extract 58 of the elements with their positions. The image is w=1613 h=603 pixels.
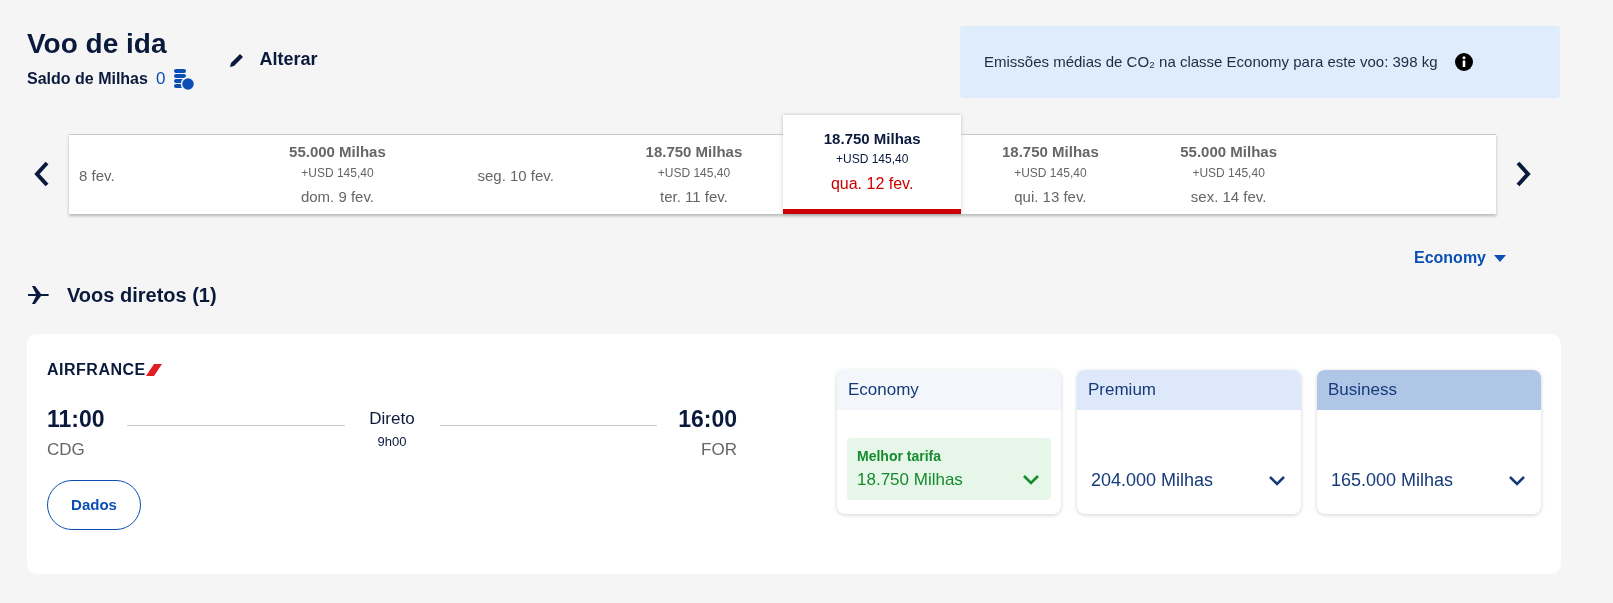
emissions-text: Emissões médias de CO₂ na classe Economy para este voo: 398 kg	[984, 51, 1438, 72]
miles-price: 18.750 Milhas	[1002, 142, 1099, 162]
usd-price: +USD 145,40	[835, 151, 909, 169]
section-title: Voos diretos (1)	[67, 283, 217, 308]
fare-card[interactable]: Premium 204.000 Milhas	[1077, 370, 1301, 514]
coins-icon	[173, 66, 196, 91]
date-tab[interactable]: 8 fev.	[69, 134, 249, 214]
balance-label: Saldo de Milhas	[27, 68, 148, 89]
cabin-name: Premium	[1088, 379, 1156, 402]
balance-value: 0	[155, 68, 166, 90]
departure-time: 11:00	[47, 405, 106, 434]
arrival-time: 16:00	[678, 405, 737, 434]
caret-icon	[1494, 254, 1506, 262]
date-tab[interactable]: seg. 10 fev.	[426, 134, 605, 214]
fare-card[interactable]: Economy Melhor tarifa 18.750 Milhas	[837, 370, 1061, 514]
airplane-icon	[27, 285, 51, 305]
usd-price: +USD 145,40	[657, 164, 731, 182]
stops-label: Direto	[369, 408, 415, 430]
fare-price: 204.000 Milhas	[1091, 469, 1214, 492]
date-tab[interactable]: 55.000 Milhas +USD 145,40 dom. 9 fev.	[248, 134, 427, 214]
date-label: qua. 12 fev.	[830, 174, 914, 195]
departure-airport: CDG	[47, 438, 86, 461]
details-button[interactable]: Dados	[47, 480, 141, 530]
cabin-name: Business	[1328, 379, 1397, 402]
info-icon[interactable]	[1453, 52, 1474, 72]
date-label: dom. 9 fev.	[300, 186, 374, 207]
chevron-right-icon	[1515, 160, 1531, 188]
logo-stripe-icon	[145, 364, 162, 376]
cabin-name: Economy	[848, 379, 919, 402]
date-tab[interactable]: 18.750 Milhas +USD 145,40 qua. 12 fev.	[783, 115, 962, 214]
date-label: seg. 10 fev.	[477, 166, 554, 187]
usd-price: +USD 145,40	[1192, 164, 1265, 182]
date-tab[interactable]: 55.000 Milhas +USD 145,40 sex. 14 fev.	[1139, 134, 1318, 214]
date-label: 8 fev.	[79, 166, 115, 187]
fare-price: 18.750 Milhas	[857, 468, 963, 491]
page-title: Voo de ida	[27, 27, 168, 61]
date-label: qui. 13 fev.	[1014, 186, 1087, 207]
miles-price: 55.000 Milhas	[289, 142, 386, 162]
fare-price: 165.000 Milhas	[1331, 469, 1454, 492]
best-fare-label: Melhor tarifa	[857, 446, 942, 466]
miles-price: 18.750 Milhas	[823, 128, 921, 149]
usd-price: +USD 145,40	[1014, 164, 1087, 182]
chevron-down-icon	[1507, 473, 1527, 488]
miles-price: 55.000 Milhas	[1180, 142, 1277, 162]
date-tab[interactable]: 18.750 Milhas +USD 145,40 qui. 13 fev.	[961, 134, 1140, 214]
duration-label: 9h00	[377, 432, 407, 451]
miles-price: 18.750 Milhas	[645, 142, 743, 162]
chevron-down-icon	[1267, 473, 1287, 488]
chevron-down-icon	[1021, 472, 1041, 487]
chevron-left-icon	[34, 160, 50, 188]
date-label: sex. 14 fev.	[1190, 186, 1267, 207]
arrival-airport: FOR	[701, 438, 737, 461]
usd-price: +USD 145,40	[301, 164, 374, 182]
cabin-dropdown[interactable]: Economy	[1414, 246, 1506, 270]
change-link[interactable]: Alterar	[227, 46, 318, 73]
fare-card[interactable]: Business 165.000 Milhas	[1317, 370, 1541, 514]
date-label: ter. 11 fev.	[660, 186, 728, 207]
airline-logo: AIRFRANCE	[47, 360, 146, 380]
